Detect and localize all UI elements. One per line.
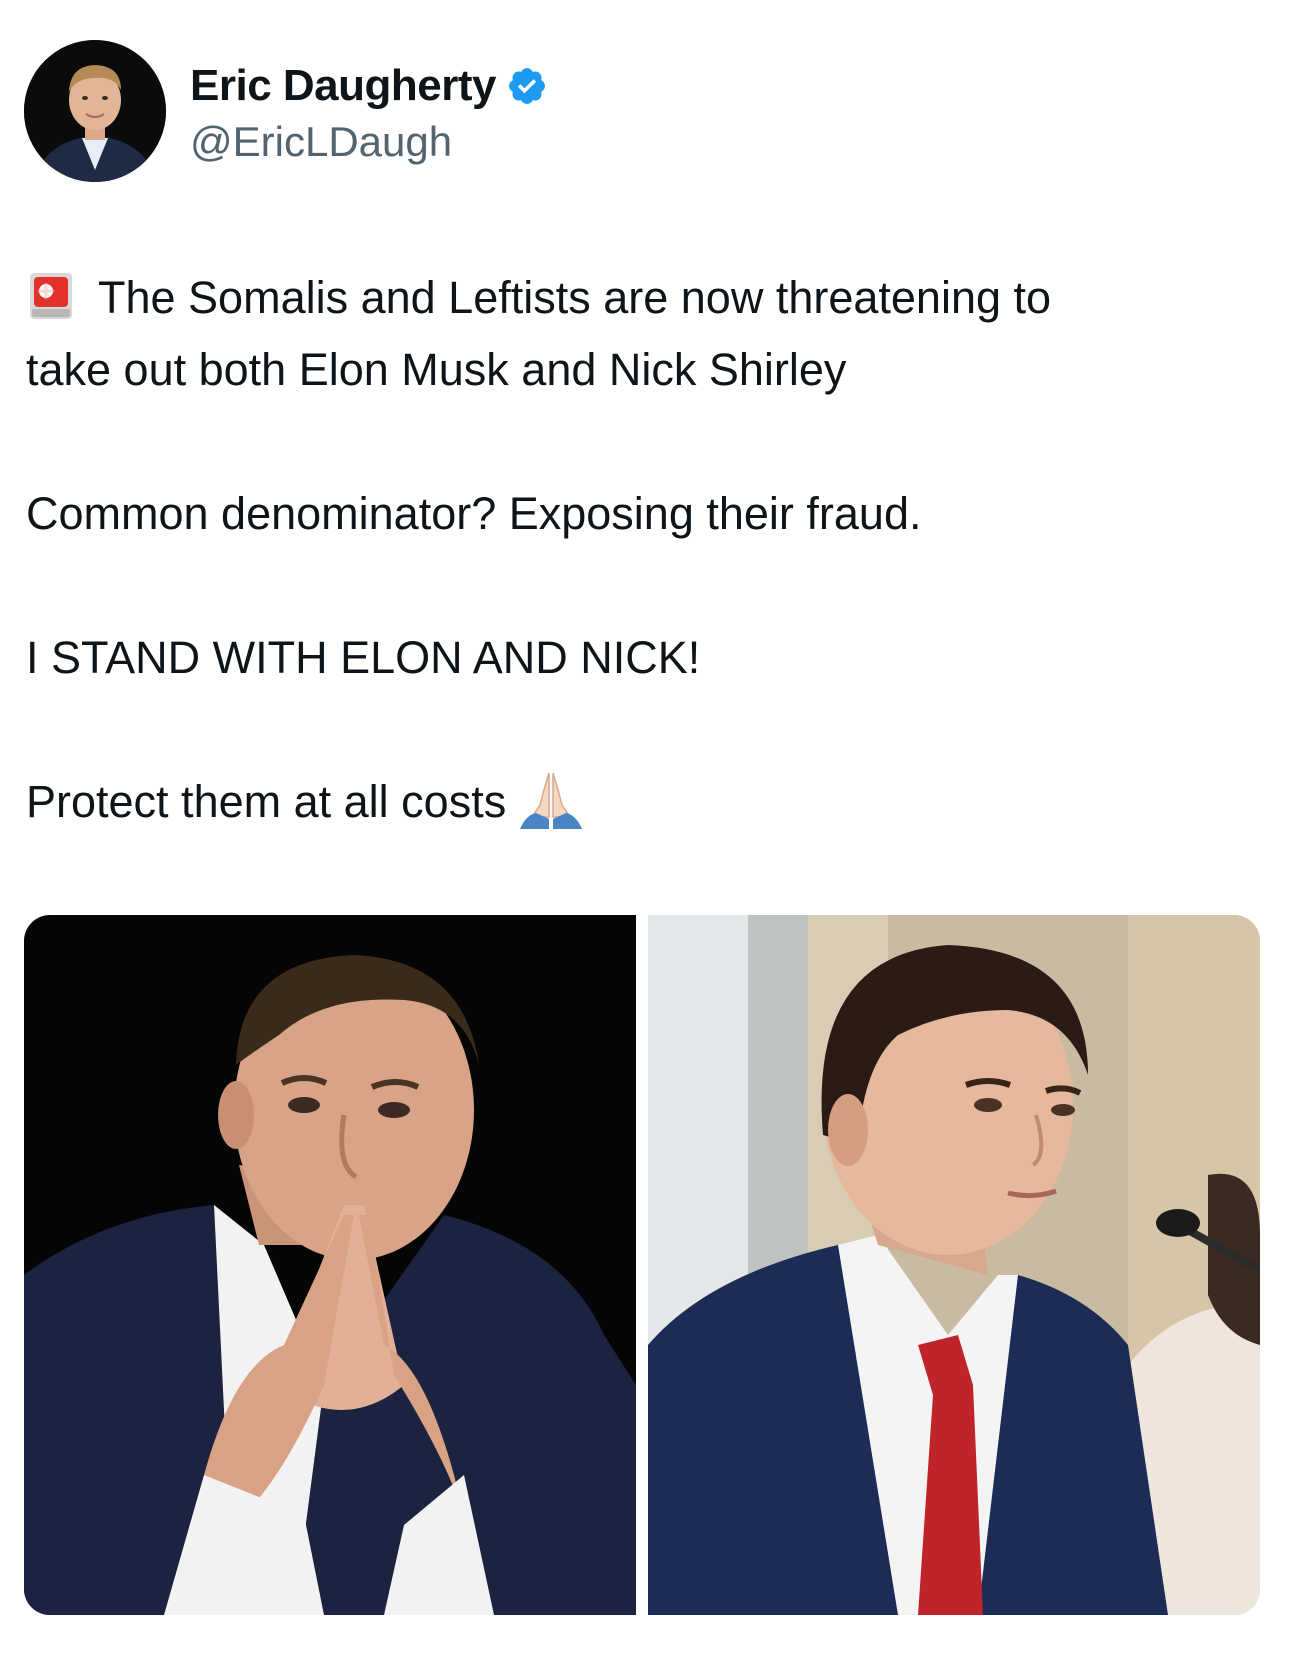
tweet-media-grid <box>24 915 1260 1615</box>
author-display-name[interactable]: Eric Daugherty <box>190 61 496 111</box>
tweet-paragraph-3: I STAND WITH ELON AND NICK! <box>26 622 1266 694</box>
tweet-line-1: The Somalis and Leftists are now threate… <box>98 272 1052 323</box>
tweet-photo-2[interactable] <box>648 915 1260 1615</box>
tweet-line-3: Common denominator? Exposing their fraud… <box>26 488 922 539</box>
tweet-photo-1[interactable] <box>24 915 636 1615</box>
tweet-text: The Somalis and Leftists are now threate… <box>26 262 1266 838</box>
tweet-line-2: take out both Elon Musk and Nick Shirley <box>26 344 847 395</box>
author-handle[interactable]: @EricLDaugh <box>190 118 452 166</box>
author-avatar[interactable] <box>24 40 166 182</box>
folded-hands-icon <box>518 769 584 831</box>
verified-badge-icon <box>506 65 548 107</box>
tweet-paragraph-1: The Somalis and Leftists are now threate… <box>26 262 1266 406</box>
tweet-paragraph-2: Common denominator? Exposing their fraud… <box>26 478 1266 550</box>
tweet-line-5: Protect them at all costs <box>26 776 507 827</box>
tweet: Eric Daugherty @EricLDaugh The Somalis a… <box>0 0 1289 1662</box>
tweet-paragraph-4: Protect them at all costs <box>26 766 1266 838</box>
tweet-line-4: I STAND WITH ELON AND NICK! <box>26 632 701 683</box>
author-name-row: Eric Daugherty <box>190 58 548 114</box>
police-siren-icon <box>26 270 76 320</box>
